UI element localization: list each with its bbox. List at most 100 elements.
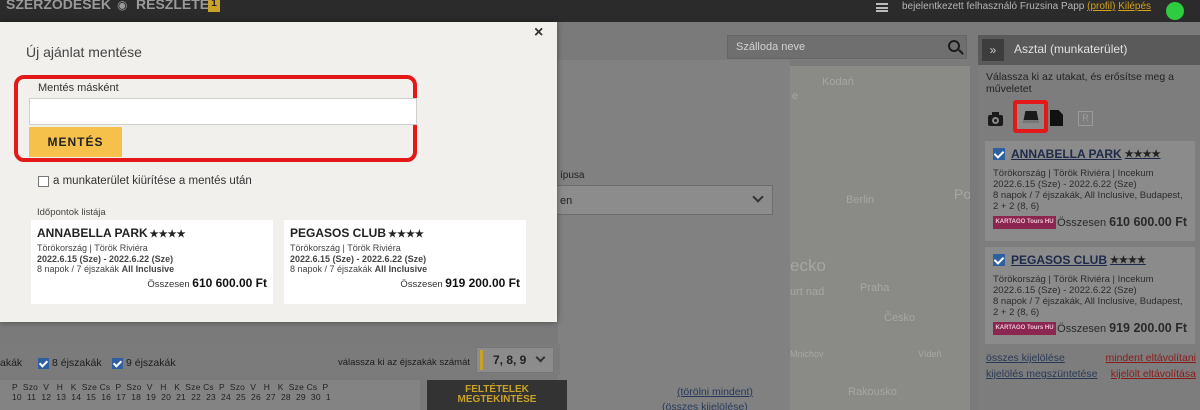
map[interactable]: Kodań e Berlin Po ecko urt nad Praha Čes…	[790, 66, 970, 410]
dates-list-label: Időpontok listája	[37, 207, 106, 218]
nights-8-checkbox[interactable]: 8 éjszakák	[38, 357, 102, 369]
offer-name: PEGASOS CLUB ★★★★	[290, 226, 520, 240]
status-indicator	[1166, 2, 1184, 20]
nights-select-value: 7, 8, 9	[493, 353, 527, 367]
offer-total: Összesen 919 200.00 Ft	[290, 276, 520, 290]
total-label: Összesen	[1057, 217, 1107, 229]
offer-details: 8 napok / 7 éjszakák All Inclusive	[37, 264, 267, 275]
nights-9-checkbox[interactable]: 9 éjszakák	[112, 357, 176, 369]
select-all-dates-link[interactable]: (összes kijelölése)	[662, 401, 748, 410]
offer-duration: 8 napok / 7 éjszakák	[37, 264, 120, 274]
nights-label: akák	[0, 357, 23, 369]
user-info: bejelentkezett felhasználó Fruzsina Papp…	[902, 1, 1151, 12]
hamburger-menu-icon[interactable]	[876, 3, 888, 12]
total-label: Összesen	[400, 278, 443, 290]
save-offer-icon	[1023, 111, 1039, 123]
offer-dates: 2022.6.15 (Sze) - 2022.6.22 (Sze)	[290, 253, 427, 264]
map-label: Česko	[884, 312, 916, 324]
offer-dates: 2022.6.15 (Sze) - 2022.6.22 (Sze)	[37, 253, 174, 264]
nights-select[interactable]: 7, 8, 9	[476, 347, 554, 373]
offer-name[interactable]: PEGASOS CLUB ★★★★	[993, 253, 1187, 267]
offer-board: All Inclusive	[121, 264, 175, 274]
offer-dates: 2022.6.15 (Sze) - 2022.6.22 (Sze)	[993, 285, 1137, 296]
total-label: Összesen	[1057, 323, 1107, 335]
search-icon[interactable]	[948, 40, 960, 52]
deselect-link[interactable]: kijelölés megszüntetése	[986, 368, 1097, 380]
hotel-name[interactable]: ANNABELLA PARK	[1011, 147, 1122, 161]
star-rating: ★★★★	[1124, 148, 1161, 160]
close-icon[interactable]: ×	[534, 24, 543, 42]
date-calendar: P Szo V H K Sze Cs P Szo V H K Sze Cs P …	[0, 380, 420, 410]
hotel-name: ANNABELLA PARK	[37, 226, 148, 240]
save-button[interactable]: MENTÉS	[29, 127, 122, 157]
map-label: urt nad	[790, 286, 825, 298]
eye-icon: ◉	[117, 0, 128, 12]
checkbox-checked[interactable]	[38, 357, 49, 369]
total-value: 919 200.00 Ft	[1109, 321, 1187, 335]
total-label: Összesen	[147, 278, 190, 290]
chevron-down-icon	[535, 352, 546, 363]
total-value: 610 600.00 Ft	[1109, 215, 1187, 229]
map-label: e	[792, 90, 799, 102]
type-select[interactable]	[555, 185, 773, 215]
hotel-name: PEGASOS CLUB	[290, 226, 387, 240]
star-rating: ★★★★	[149, 229, 186, 240]
map-label: Vídeň	[918, 349, 942, 359]
save-offer-button-highlighted[interactable]	[1013, 100, 1048, 133]
map-label: Kodań	[822, 76, 854, 88]
collapse-panel-button[interactable]: »	[982, 39, 1004, 61]
offer-location: Törökország | Török Riviéra | Incekum	[993, 274, 1154, 285]
profile-link[interactable]: (profil)	[1087, 1, 1115, 12]
workspace-offer-card: PEGASOS CLUB ★★★★ Törökország | Török Riv…	[985, 247, 1195, 344]
modal-offer-card: PEGASOS CLUB ★★★★ Törökország | Török Riv…	[284, 220, 526, 304]
offer-details: 8 napok / 7 éjszakák, All Inclusive, Bud…	[993, 190, 1183, 212]
checkbox-checked[interactable]	[993, 254, 1005, 266]
map-label: Praha	[860, 282, 890, 294]
total-value: 610 600.00 Ft	[192, 275, 267, 290]
workspace-offer-card: ANNABELLA PARK ★★★★ Törökország | Török R…	[985, 141, 1195, 241]
offer-name[interactable]: ANNABELLA PARK ★★★★	[993, 147, 1187, 161]
remove-selected-link[interactable]: kijelölt eltávolítása	[1111, 368, 1196, 380]
select-all-link[interactable]: összes kijelölése	[986, 352, 1065, 364]
clear-workspace-option[interactable]: a munkaterület kiürítése a mentés után	[38, 175, 252, 187]
save-as-input[interactable]	[29, 98, 417, 125]
offer-location: Törökország | Török Riviéra	[290, 243, 401, 253]
tab-reszletek[interactable]: RÉSZLETEK	[136, 0, 219, 12]
clear-all-link[interactable]: (törölni mindent)	[677, 386, 753, 398]
hotel-name[interactable]: PEGASOS CLUB	[1011, 253, 1107, 267]
checkbox-checked[interactable]	[993, 148, 1005, 160]
map-label: Po	[954, 186, 970, 202]
nights-8-label: 8 éjszakák	[52, 357, 102, 369]
type-select-value: en	[560, 195, 573, 207]
top-bar: SZERZŐDÉSEK ◉ RÉSZLETEK 1 bejelentkezett…	[0, 0, 1200, 22]
map-label: Rakousko	[848, 386, 897, 398]
save-as-label: Mentés másként	[38, 82, 119, 94]
camera-icon[interactable]	[988, 112, 1004, 128]
r-icon[interactable]: R	[1078, 111, 1093, 126]
checkbox-checked[interactable]	[112, 357, 123, 369]
offer-board: All Inclusive	[374, 264, 428, 274]
remove-all-link[interactable]: mindent eltávolítani	[1106, 352, 1196, 364]
clear-workspace-checkbox[interactable]	[38, 175, 49, 187]
logout-link[interactable]: Kilépés	[1118, 1, 1151, 12]
tab-badge: 1	[208, 0, 220, 12]
hotel-search-input[interactable]	[728, 36, 938, 58]
offer-total: Összesen 610 600.00 Ft	[37, 276, 267, 290]
view-conditions-button[interactable]: FELTÉTELEK MEGTEKINTÉSE	[427, 380, 567, 410]
calendar-dates[interactable]: 10 11 12 13 14 15 16 17 18 19 20 21 22 2…	[12, 392, 331, 402]
tab-szerzodesek[interactable]: SZERZŐDÉSEK	[6, 0, 111, 12]
workspace-title: Asztal (munkaterület)	[1014, 42, 1128, 56]
save-offer-modal: Új ajánlat mentése × Mentés másként MENT…	[0, 22, 557, 322]
star-rating: ★★★★	[1110, 254, 1146, 266]
hotel-search	[727, 35, 967, 59]
offer-details: 8 napok / 7 éjszakák, All Inclusive, Bud…	[993, 296, 1183, 318]
offer-details: 8 napok / 7 éjszakák All Inclusive	[290, 264, 520, 275]
offer-dates: 2022.6.15 (Sze) - 2022.6.22 (Sze)	[993, 179, 1137, 190]
workspace-header: » Asztal (munkaterület)	[978, 35, 1200, 65]
user-name: bejelentkezett felhasználó Fruzsina Papp	[902, 1, 1085, 12]
workspace-instruction: Válassza ki az utakat, és erősítse meg a…	[986, 71, 1174, 95]
clear-workspace-label: a munkaterület kiürítése a mentés után	[53, 175, 252, 187]
modal-title: Új ajánlat mentése	[26, 44, 142, 60]
offer-total: KARTAGO Tours HU Összesen 610 600.00 Ft	[993, 215, 1187, 229]
modal-offer-card: ANNABELLA PARK ★★★★ Törökország | Török R…	[31, 220, 273, 304]
